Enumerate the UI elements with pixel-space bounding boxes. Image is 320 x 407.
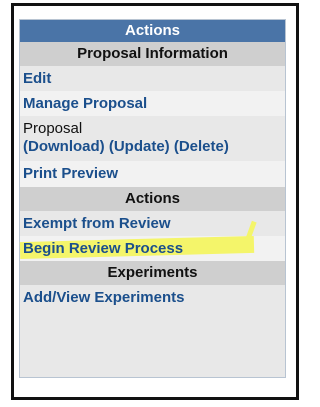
edit-link[interactable]: Edit <box>23 70 51 87</box>
panel-title: Actions <box>20 20 285 42</box>
proposal-info-header: Proposal Information <box>20 42 285 66</box>
actions-panel: Actions Proposal Information Edit Manage… <box>19 19 286 378</box>
window-frame: Actions Proposal Information Edit Manage… <box>11 3 299 400</box>
manage-proposal-link[interactable]: Manage Proposal <box>23 95 147 112</box>
print-preview-link[interactable]: Print Preview <box>23 165 118 182</box>
begin-review-process-link[interactable]: Begin Review Process <box>23 240 183 257</box>
begin-review-row: Begin Review Process <box>19 220 285 261</box>
edit-row: Edit <box>20 66 285 91</box>
add-view-experiments-link[interactable]: Add/View Experiments <box>23 289 184 306</box>
add-view-experiments-row: Add/View Experiments <box>20 285 285 311</box>
exempt-row: Exempt from Review <box>20 211 285 236</box>
print-preview-row: Print Preview <box>20 161 285 187</box>
manage-proposal-row: Manage Proposal <box>20 91 285 116</box>
exempt-from-review-link[interactable]: Exempt from Review <box>23 215 171 232</box>
proposal-row: Proposal (Download) (Update) (Delete) <box>20 116 285 161</box>
download-link[interactable]: (Download) <box>23 138 105 155</box>
actions-section-header: Actions <box>20 187 285 211</box>
proposal-label: Proposal <box>23 120 83 137</box>
experiments-section-header: Experiments <box>20 261 285 285</box>
update-link[interactable]: (Update) <box>109 138 170 155</box>
delete-link[interactable]: (Delete) <box>174 138 229 155</box>
